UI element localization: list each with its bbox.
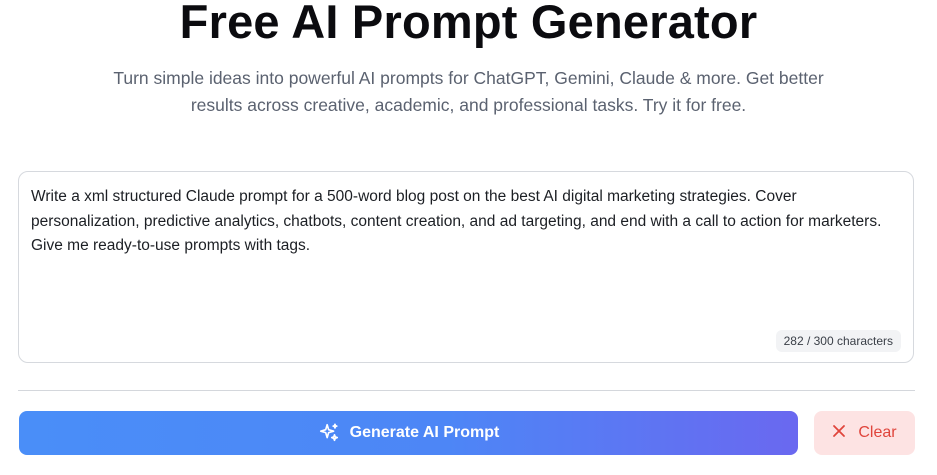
divider bbox=[18, 390, 915, 391]
generate-prompt-label: Generate AI Prompt bbox=[349, 424, 500, 441]
prompt-generator-page: Free AI Prompt Generator Turn simple ide… bbox=[0, 0, 937, 475]
generate-prompt-button[interactable]: Generate AI Prompt bbox=[19, 411, 798, 455]
prompt-text-value[interactable]: Write a xml structured Claude prompt for… bbox=[31, 185, 899, 259]
prompt-textarea[interactable]: Write a xml structured Claude prompt for… bbox=[18, 171, 914, 363]
close-icon bbox=[832, 424, 846, 443]
page-subtitle: Turn simple ideas into powerful AI promp… bbox=[113, 68, 824, 115]
sparkles-icon bbox=[318, 422, 340, 444]
clear-label: Clear bbox=[858, 424, 897, 441]
page-title: Free AI Prompt Generator bbox=[179, 0, 758, 48]
character-counter-text: 282 / 300 characters bbox=[783, 334, 893, 348]
clear-button[interactable]: Clear bbox=[814, 411, 915, 455]
character-counter: 282 / 300 characters bbox=[775, 330, 901, 352]
